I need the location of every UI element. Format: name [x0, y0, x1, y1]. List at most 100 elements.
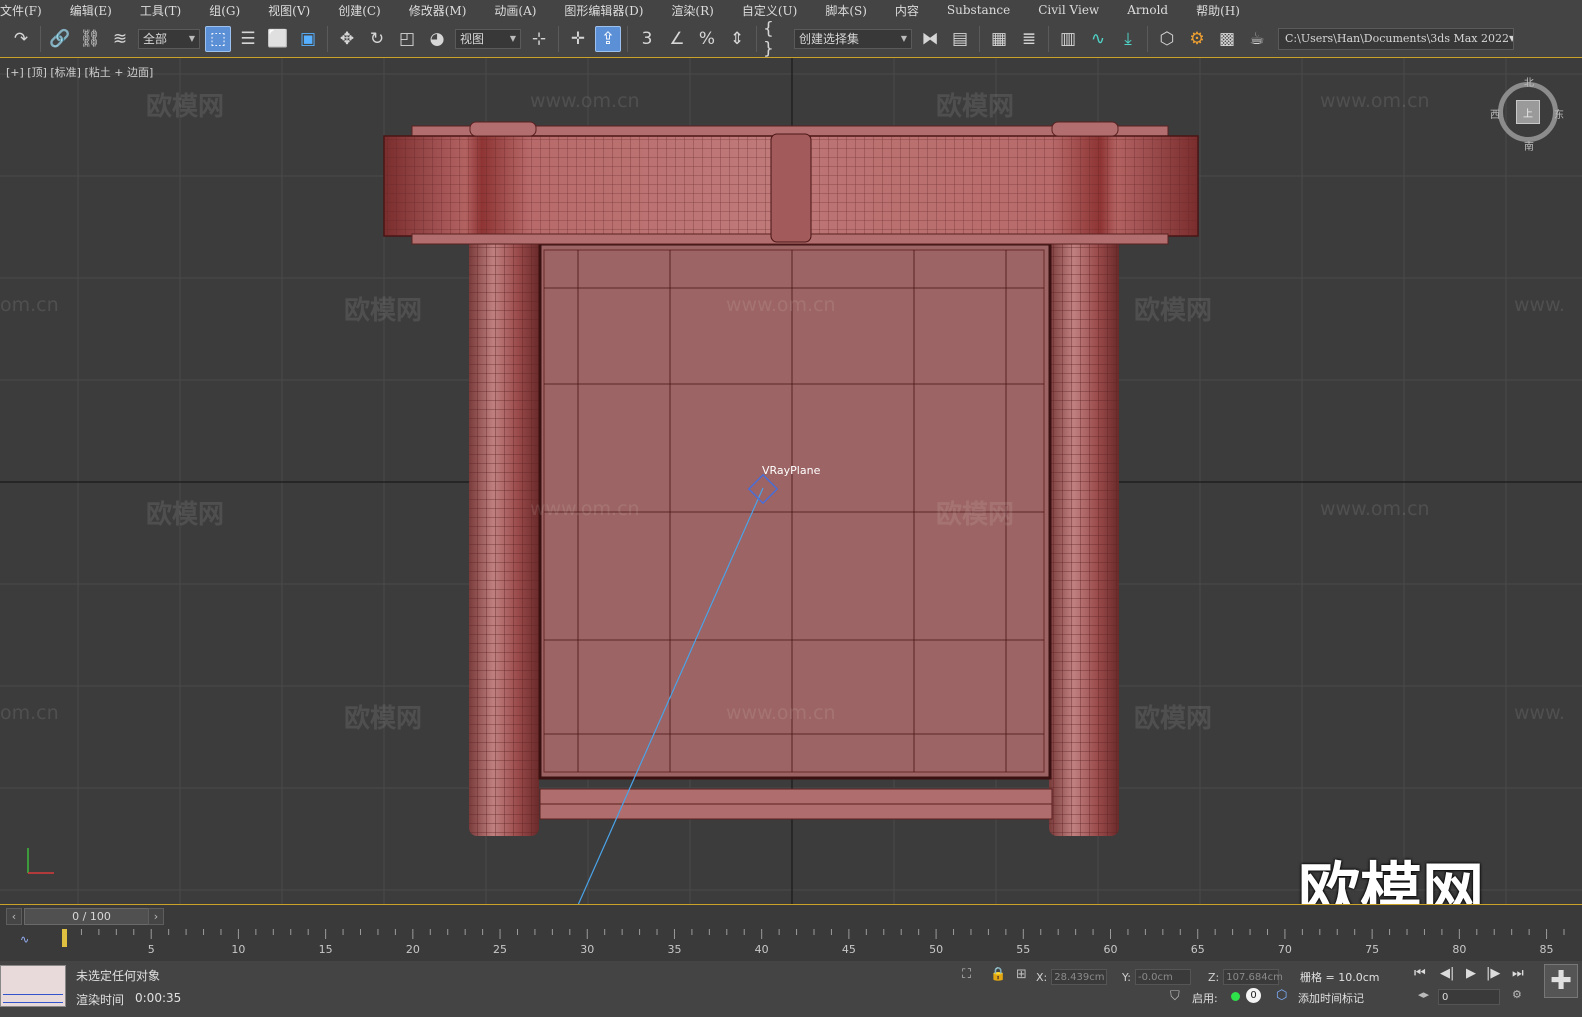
menu-item[interactable]: 创建(C) [324, 2, 395, 19]
enable-label: 启用: [1192, 992, 1218, 1005]
render-setup-icon[interactable]: ⚙ [1184, 26, 1210, 52]
right-leg-wireframe [1049, 236, 1119, 836]
watermark-text: 欧模网 [146, 92, 225, 122]
placement-icon[interactable]: ◕ [424, 26, 450, 52]
schematic-view-icon[interactable]: ⤓ [1115, 26, 1141, 52]
reference-coordinate-dropdown[interactable]: 视图 ▼ [455, 28, 521, 49]
status-indicator-dot [1231, 992, 1240, 1001]
x-value-field[interactable]: 28.439cm [1051, 969, 1108, 985]
toolbar-divider [627, 25, 628, 52]
menu-item[interactable]: 组(G) [195, 2, 254, 19]
key-mode-icon[interactable]: ◂▸ [1418, 988, 1429, 1001]
material-editor-icon[interactable]: ⬡ [1154, 26, 1180, 52]
y-value-field[interactable]: -0.0cm [1134, 969, 1191, 985]
rectangular-selection-icon[interactable]: ⬜ [265, 26, 291, 52]
menu-item[interactable]: 编辑(E) [56, 2, 126, 19]
viewcube-face[interactable]: 上 [1516, 100, 1540, 124]
y-coordinate: Y: -0.0cm [1122, 969, 1191, 985]
keyboard-shortcut-override-icon[interactable]: ⇪ [595, 25, 621, 52]
mirror-icon[interactable]: ⧓ [917, 26, 943, 52]
enable-count-badge: 0 [1246, 988, 1261, 1003]
curve-editor-icon[interactable]: ∿ [1085, 26, 1111, 52]
go-to-start-icon[interactable]: ⏮ [1414, 966, 1426, 981]
mini-curve-editor-icon[interactable]: ∿ [20, 933, 29, 946]
play-icon[interactable]: ▶ [1466, 966, 1476, 981]
time-slider-thumb[interactable]: 0 / 100 [24, 908, 159, 925]
current-frame-value: 0 [1442, 991, 1449, 1003]
z-value-field[interactable]: 107.684cm [1223, 969, 1283, 985]
window-crossing-icon[interactable]: ▣ [295, 26, 321, 52]
previous-frame-icon[interactable]: ◀| [1440, 966, 1454, 981]
align-icon[interactable]: ▤ [947, 26, 973, 52]
menu-item[interactable]: 渲染(R) [657, 2, 727, 19]
project-folder-path[interactable]: C:\Users\Han\Documents\3ds Max 2022 ▼ [1278, 27, 1514, 50]
menu-item[interactable]: 动画(A) [480, 2, 550, 19]
bind-space-warp-icon[interactable]: ≋ [107, 26, 133, 52]
menu-item[interactable]: 工具(T) [126, 2, 195, 19]
maxscript-listener-thumb[interactable] [0, 965, 66, 1007]
absolute-mode-icon[interactable]: ⊞ [1016, 967, 1027, 982]
ruler-label: 70 [1278, 943, 1292, 956]
toolbar-divider [40, 25, 41, 52]
viewcube[interactable]: 上 北 南 东 西 [1490, 78, 1564, 153]
current-frame-marker[interactable] [62, 929, 67, 947]
time-slider-next-button[interactable]: › [148, 908, 164, 925]
spinner-snap-icon[interactable]: ⇕ [724, 26, 750, 52]
angle-snap-icon[interactable]: ∠ [664, 26, 690, 52]
layer-explorer-icon[interactable]: ≣ [1016, 26, 1042, 52]
menu-item[interactable]: 帮助(H) [1182, 2, 1254, 19]
menu-item[interactable]: 视图(V) [254, 2, 324, 19]
watermark-text: 欧模网 [936, 92, 1015, 122]
current-frame-field[interactable]: 0 [1438, 989, 1500, 1005]
menu-item[interactable]: Substance [933, 3, 1024, 17]
select-manipulate-icon[interactable]: ✛ [565, 26, 591, 52]
go-to-end-icon[interactable]: ⏭ [1512, 966, 1524, 981]
scene-explorer-icon[interactable]: ▦ [986, 26, 1012, 52]
scale-icon[interactable]: ◰ [394, 26, 420, 52]
isolate-selection-icon[interactable]: ⛶ [962, 967, 971, 982]
redo-icon[interactable]: ↷ [8, 26, 34, 52]
menu-item[interactable]: 文件(F) [0, 2, 56, 19]
render-teapot-icon[interactable]: ☕ [1244, 26, 1270, 52]
chair-model[interactable] [383, 121, 1199, 836]
ruler-label: 35 [667, 943, 681, 956]
percent-snap-icon[interactable]: % [694, 26, 720, 52]
rotate-icon[interactable]: ↻ [364, 26, 390, 52]
track-bar[interactable]: 5 10 15 20 25 30 35 40 45 50 55 60 65 70 75 80 85 ∿ [0, 929, 1582, 961]
menu-item[interactable]: Civil View [1024, 3, 1113, 17]
project-folder-path-text: C:\Users\Han\Documents\3ds Max 2022 [1285, 32, 1509, 45]
menu-item[interactable]: 脚本(S) [811, 2, 881, 19]
selection-filter-dropdown[interactable]: 全部 ▼ [138, 28, 200, 49]
watermark-url: www.om.cn [726, 294, 836, 316]
next-frame-icon[interactable]: |▶ [1486, 966, 1500, 981]
menu-item[interactable]: 自定义(U) [728, 2, 811, 19]
compass-west: 西 [1490, 110, 1500, 121]
time-configuration-icon[interactable]: ⚙ [1512, 988, 1522, 1001]
ruler-label: 40 [755, 943, 769, 956]
top-viewport[interactable]: [+] [顶] [标准] [粘土 + 边面] 欧模网 www.om.cn 欧模网… [0, 58, 1582, 905]
time-slider-prev-button[interactable]: ‹ [6, 908, 22, 925]
menu-item[interactable]: Arnold [1113, 3, 1182, 17]
add-time-tag-button[interactable]: 添加时间标记 [1298, 990, 1364, 1006]
link-icon[interactable]: 🔗 [47, 26, 73, 52]
menu-item[interactable]: 内容 [881, 2, 933, 19]
select-by-name-icon[interactable]: ☰ [235, 26, 261, 52]
selection-lock-icon[interactable]: 🔒 [990, 967, 1006, 982]
menu-item[interactable]: 图形编辑器(D) [550, 2, 657, 19]
move-icon[interactable]: ✥ [334, 26, 360, 52]
select-object-icon[interactable]: ⬚ [205, 25, 231, 52]
named-selection-set-dropdown[interactable]: 创建选择集 ▼ [794, 28, 912, 49]
menu-item[interactable]: 修改器(M) [395, 2, 481, 19]
x-label: X: [1036, 970, 1048, 984]
unlink-icon[interactable]: ⛓ [77, 26, 103, 52]
toggle-ribbon-icon[interactable]: ▥ [1055, 26, 1081, 52]
rendered-frame-window-icon[interactable]: ▩ [1214, 26, 1240, 52]
render-time-label: 渲染时间 [76, 993, 125, 1007]
reference-coordinate-value: 视图 [460, 32, 485, 46]
pivot-center-icon[interactable]: ⊹ [526, 26, 552, 52]
viewport-label[interactable]: [+] [顶] [标准] [粘土 + 边面] [6, 64, 153, 80]
right-post-cap [1051, 121, 1119, 137]
snaps-toggle-icon[interactable]: 3 [634, 26, 660, 52]
set-key-button[interactable]: ✚ [1544, 964, 1578, 998]
edit-named-selection-icon[interactable]: { } [763, 19, 789, 59]
